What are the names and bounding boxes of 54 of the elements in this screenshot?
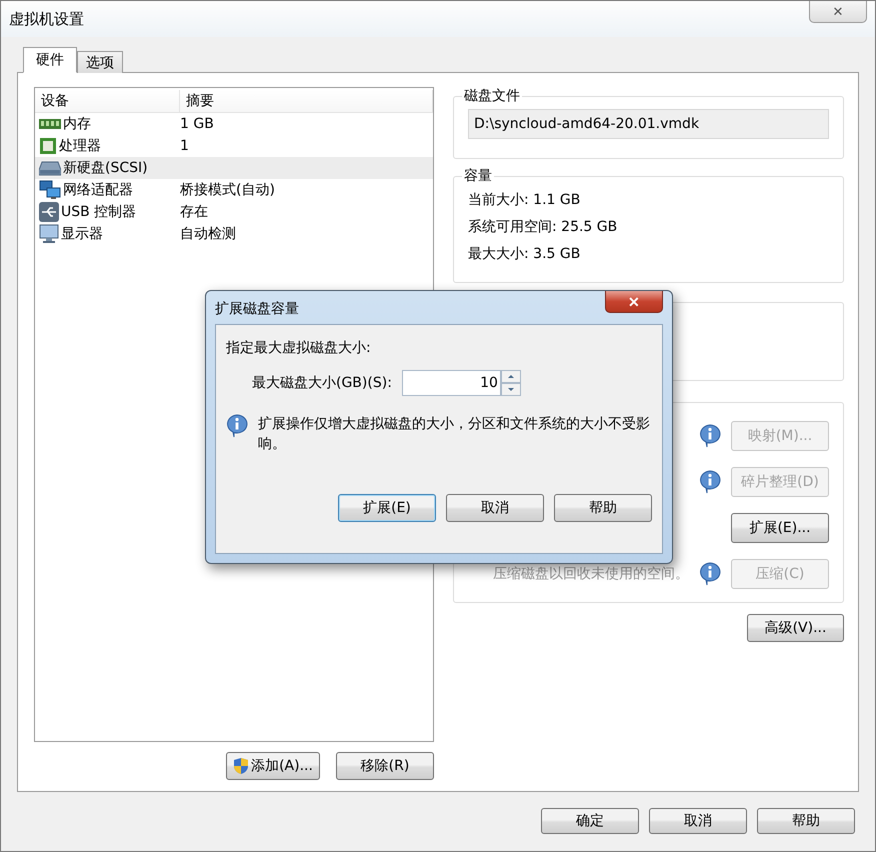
utility-button[interactable]: 扩展(E)... — [731, 513, 829, 543]
monitor-icon — [39, 224, 59, 244]
dialog-button[interactable]: 帮助 — [554, 494, 652, 522]
dialog-button[interactable]: 取消 — [649, 808, 747, 834]
dialog-button[interactable]: 取消 — [446, 494, 544, 522]
spinner-icon[interactable] — [500, 370, 521, 396]
device-summary: 1 GB — [180, 116, 215, 132]
device-name: 新硬盘(SCSI) — [63, 159, 148, 177]
dialog-button[interactable]: 扩展(E) — [338, 494, 436, 522]
dialog-title: 扩展磁盘容量 — [215, 300, 299, 319]
dialog-button[interactable]: 确定 — [541, 808, 639, 834]
memory-icon — [39, 117, 61, 131]
capacity-text: 系统可用空间: 25.5 GB — [468, 218, 618, 237]
remove-button[interactable]: 移除(R) — [336, 752, 434, 780]
device-name: 显示器 — [61, 225, 103, 243]
prompt-text: 指定最大虚拟磁盘大小: — [226, 339, 372, 357]
device-name: 内存 — [63, 115, 91, 133]
device-summary: 自动检测 — [180, 225, 237, 243]
dialog-button[interactable]: 帮助 — [757, 808, 855, 834]
device-name: 网络适配器 — [63, 181, 133, 199]
device-summary: 存在 — [180, 203, 209, 221]
file-path-field[interactable]: D:\syncloud-amd64-20.01.vmdk — [468, 109, 829, 139]
column-header[interactable]: 设备 — [35, 90, 180, 112]
device-row[interactable]: 网络适配器 桥接模式(自动) — [35, 179, 433, 201]
group-title: 容量 — [463, 167, 493, 185]
field-label: 最大磁盘大小(GB)(S): — [252, 374, 392, 392]
device-name: 处理器 — [59, 137, 101, 155]
network-icon — [39, 180, 61, 200]
window-title: 虚拟机设置 — [9, 10, 84, 28]
close-button[interactable]: ✕ — [809, 1, 867, 23]
advanced-button[interactable]: 高级(V)... — [747, 614, 844, 642]
device-name: USB 控制器 — [61, 203, 136, 221]
close-button[interactable]: ✕ — [605, 291, 663, 313]
device-row[interactable]: 处理器 1 — [35, 135, 433, 157]
size-input[interactable]: 10 — [402, 370, 501, 396]
utility-description: 压缩磁盘以回收未使用的空间。 — [493, 565, 689, 583]
device-summary: 1 — [180, 138, 190, 154]
note-text: 扩展操作仅增大虚拟磁盘的大小，分区和文件系统的大小不受影响。 — [258, 415, 650, 454]
device-row[interactable]: USB 控制器 存在 — [35, 201, 433, 223]
usb-icon — [39, 202, 59, 222]
add-button[interactable]: 添加(A)... — [226, 752, 320, 780]
tab[interactable]: 硬件 — [23, 47, 77, 73]
capacity-text: 当前大小: 1.1 GB — [468, 191, 582, 210]
device-row[interactable]: 新硬盘(SCSI) — [35, 157, 433, 179]
capacity-text: 最大大小: 3.5 GB — [468, 245, 582, 264]
info-icon — [226, 414, 248, 438]
tab[interactable]: 选项 — [77, 51, 123, 73]
device-row[interactable]: 显示器 自动检测 — [35, 223, 433, 245]
column-header[interactable]: 摘要 — [180, 90, 433, 112]
processor-icon — [39, 137, 57, 155]
device-row[interactable]: 内存 1 GB — [35, 113, 433, 135]
group-title: 磁盘文件 — [463, 87, 521, 105]
shield-icon — [233, 757, 250, 775]
device-summary: 桥接模式(自动) — [180, 181, 276, 199]
